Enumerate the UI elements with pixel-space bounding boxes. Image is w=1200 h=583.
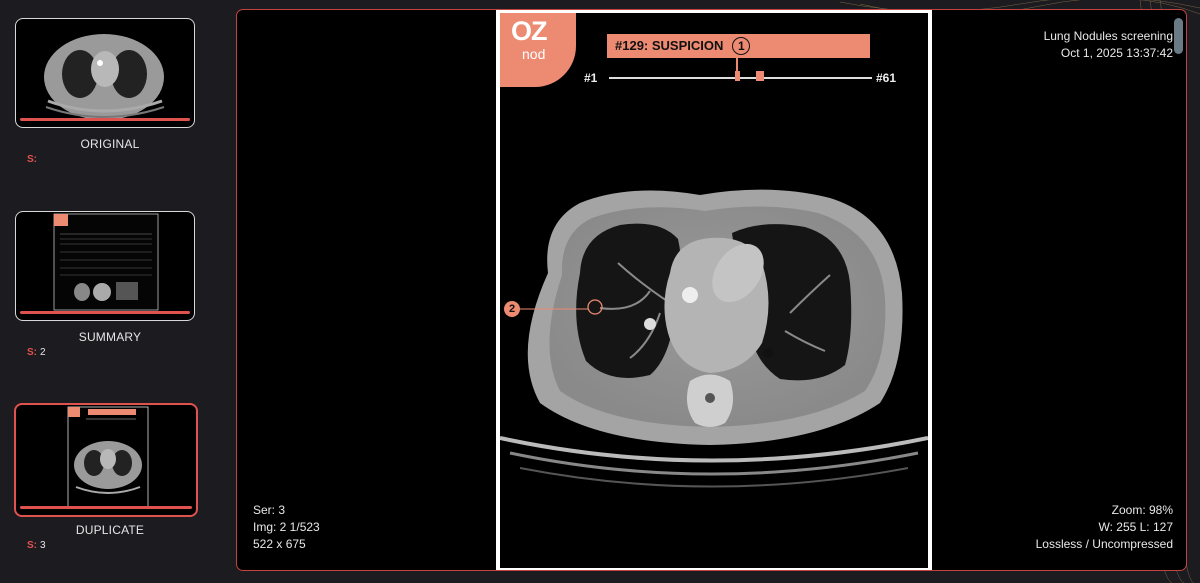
thumbnail-status-summary: S: 2: [27, 347, 46, 358]
compression-info: Lossless / Uncompressed: [1035, 537, 1173, 551]
image-viewer[interactable]: Lung Nodules screening Oct 1, 2025 13:37…: [236, 9, 1187, 571]
slider-start-label: #1: [584, 71, 598, 85]
thumbnail-status-duplicate: S: 3: [27, 540, 46, 551]
slice-slider-handle[interactable]: [735, 71, 740, 81]
viewer-scrollbar[interactable]: [1174, 18, 1183, 54]
suspicion-label-button[interactable]: #129: SUSPICION 1: [607, 34, 870, 58]
thumbnail-label-original: ORIGINAL: [80, 137, 140, 151]
thumbnail-label-summary: SUMMARY: [78, 330, 142, 344]
suspicion-label: #129: SUSPICION: [615, 38, 724, 53]
zoom-level: Zoom: 98%: [1111, 503, 1173, 517]
series-number: Ser: 3: [253, 503, 286, 517]
image-dimensions: 522 x 675: [253, 537, 306, 551]
suspicion-circle-icon: 1: [732, 36, 751, 55]
thumbnail-progress-bar: [20, 118, 190, 121]
series-sidebar: ORIGINAL S: SUMMARY S: 2 DUPLICATE S: 3: [0, 0, 220, 583]
nodule-marker-number[interactable]: 2: [504, 301, 520, 317]
thumbnail-status-original: S:: [27, 154, 37, 165]
thumbnail-duplicate[interactable]: [14, 403, 198, 517]
report-preview-image: [53, 213, 159, 311]
display-info: Zoom: 98% W: 255 L: 127 Lossless / Uncom…: [1036, 502, 1173, 553]
ct-preview-image: [44, 34, 165, 120]
study-info: Lung Nodules screening Oct 1, 2025 13:37…: [1044, 28, 1173, 62]
slice-slider-marker[interactable]: [756, 71, 764, 81]
study-datetime: Oct 1, 2025 13:37:42: [1060, 46, 1173, 60]
thumbnail-summary[interactable]: [15, 211, 195, 321]
logo-bottom-text: nod: [522, 46, 546, 62]
thumbnail-progress-bar: [20, 311, 190, 314]
thumbnail-original[interactable]: [15, 18, 195, 128]
window-level: W: 255 L: 127: [1098, 520, 1174, 534]
slice-slider-track[interactable]: [609, 77, 872, 79]
thumbnail-label-duplicate: DUPLICATE: [75, 523, 145, 537]
series-info: Ser: 3 Img: 2 1/523 522 x 675: [253, 502, 320, 553]
ct-preview-image: [67, 406, 149, 508]
thumbnail-progress-bar: [20, 506, 192, 509]
study-title: Lung Nodules screening: [1043, 29, 1173, 43]
image-number: Img: 2 1/523: [253, 520, 320, 534]
ct-image-frame[interactable]: 2 OZ nod #129: SUSPICION 1 #1 #61: [496, 10, 932, 570]
logo-top-text: OZ: [511, 16, 547, 46]
slider-end-label: #61: [876, 71, 897, 85]
ct-scan-image: [500, 189, 928, 488]
